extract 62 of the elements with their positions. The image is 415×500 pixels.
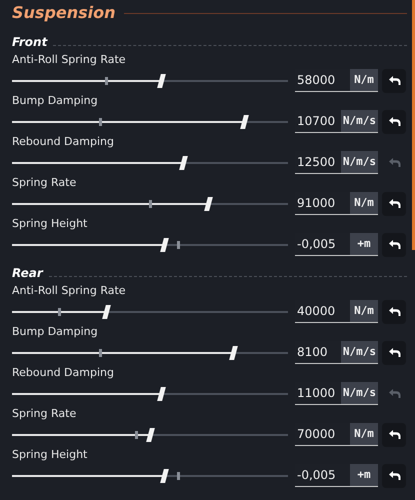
setting-label: Anti-Roll Spring Rate (11, 52, 127, 68)
slider[interactable] (10, 468, 290, 484)
reset-button[interactable] (382, 68, 406, 92)
slider-thumb[interactable] (204, 196, 213, 210)
slider[interactable] (10, 72, 290, 88)
slider[interactable] (10, 386, 290, 402)
undo-icon (388, 239, 400, 250)
undo-icon (388, 157, 400, 168)
setting-label: Rebound Damping (11, 134, 115, 150)
section-heading: Rear (12, 265, 43, 281)
reset-button[interactable] (382, 464, 406, 488)
undo-icon (388, 75, 400, 86)
unit-label: N/m (350, 69, 378, 92)
slider[interactable] (10, 114, 290, 130)
unit-label: N/m/s (340, 382, 378, 405)
setting-label: Spring Rate (11, 406, 78, 422)
undo-icon (388, 306, 400, 317)
slider[interactable] (10, 154, 290, 170)
setting-label: Rebound Damping (11, 365, 115, 381)
setting-label: Spring Rate (11, 175, 78, 191)
unit-label: N/m (350, 423, 378, 446)
setting-label: Anti-Roll Spring Rate (11, 283, 127, 299)
undo-icon (388, 347, 400, 358)
setting-label: Spring Height (11, 447, 88, 463)
slider-thumb[interactable] (102, 304, 111, 318)
slider-thumb[interactable] (146, 428, 155, 442)
reset-button[interactable] (382, 300, 406, 324)
reset-button[interactable] (382, 340, 406, 364)
scrollbar[interactable] (412, 0, 415, 250)
slider-thumb[interactable] (160, 468, 169, 482)
unit-label: N/m (350, 192, 378, 215)
reset-button[interactable] (382, 422, 406, 446)
slider-thumb[interactable] (157, 74, 166, 88)
undo-icon (388, 429, 400, 440)
reset-button[interactable] (382, 192, 406, 216)
panel-title: Suspension (12, 2, 116, 24)
reset-button[interactable] (382, 232, 406, 256)
slider[interactable] (10, 426, 290, 442)
slider-thumb[interactable] (228, 346, 238, 360)
slider[interactable] (10, 344, 290, 360)
slider-thumb[interactable] (240, 114, 249, 128)
undo-icon (388, 116, 400, 127)
slider[interactable] (10, 236, 290, 252)
slider-thumb[interactable] (157, 386, 166, 400)
unit-label: N/m/s (340, 110, 378, 133)
slider[interactable] (10, 304, 290, 320)
setting-label: Spring Height (11, 216, 88, 232)
undo-icon (388, 470, 400, 481)
reset-button[interactable] (382, 110, 406, 134)
slider-thumb[interactable] (179, 156, 188, 170)
setting-label: Bump Damping (11, 324, 99, 340)
unit-label: N/m/s (340, 151, 378, 174)
unit-label: N/m/s (340, 341, 378, 364)
setting-label: Bump Damping (11, 93, 99, 109)
slider[interactable] (10, 196, 290, 212)
slider-thumb[interactable] (160, 238, 169, 252)
undo-icon (388, 388, 400, 399)
unit-label: +m (350, 233, 378, 256)
undo-icon (388, 198, 400, 209)
unit-label: +m (350, 464, 378, 487)
section-heading: Front (12, 34, 48, 50)
unit-label: N/m (350, 300, 378, 323)
